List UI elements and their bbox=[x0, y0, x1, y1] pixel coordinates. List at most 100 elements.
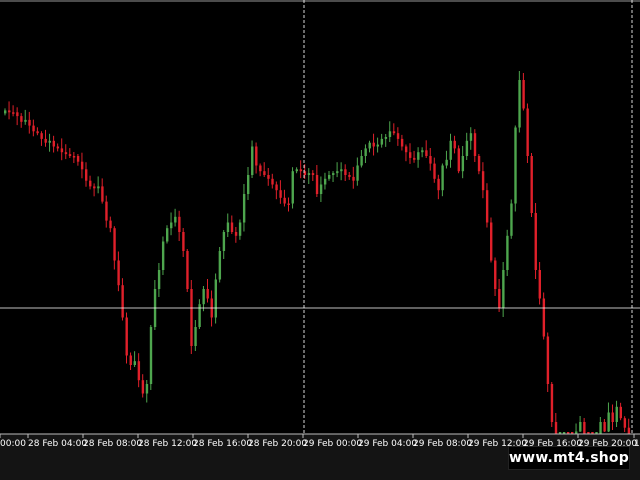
candle-body bbox=[518, 80, 521, 128]
candle-body bbox=[85, 169, 88, 181]
candle-body bbox=[425, 150, 428, 156]
time-axis-tick-label: 29 Feb 04:00 bbox=[358, 439, 417, 449]
candle-body bbox=[344, 169, 347, 175]
candle-body bbox=[490, 222, 493, 261]
candle-body bbox=[64, 152, 68, 155]
candle-body bbox=[166, 228, 169, 242]
candle-body bbox=[380, 138, 384, 145]
candle-body bbox=[222, 232, 226, 251]
candle-body bbox=[522, 80, 525, 109]
candle-body bbox=[619, 406, 622, 419]
candle-body bbox=[526, 108, 529, 156]
time-axis-tick-label: 29 Feb 00:00 bbox=[303, 439, 362, 449]
candle-body bbox=[603, 422, 606, 432]
candle-body bbox=[121, 285, 124, 318]
candle-body bbox=[445, 159, 448, 166]
candle-body bbox=[457, 148, 460, 172]
candle-body bbox=[60, 148, 64, 153]
candle-body bbox=[238, 222, 242, 236]
candle-body bbox=[498, 289, 501, 308]
candle-body bbox=[40, 133, 43, 139]
candle-body bbox=[453, 140, 456, 149]
chart-background bbox=[0, 0, 640, 480]
candle-body bbox=[461, 156, 465, 172]
candle-body bbox=[36, 131, 39, 134]
candle-body bbox=[607, 412, 610, 432]
candle-body bbox=[550, 384, 554, 422]
candle-body bbox=[32, 125, 35, 132]
candle-body bbox=[214, 279, 217, 318]
candle-body bbox=[481, 171, 485, 191]
time-axis-tick-label: 1 bbox=[634, 439, 640, 449]
candle-body bbox=[109, 220, 112, 229]
candle-body bbox=[24, 119, 27, 122]
candle-body bbox=[319, 184, 323, 194]
candle-body bbox=[506, 235, 509, 270]
candle-body bbox=[279, 190, 282, 198]
candle-body bbox=[251, 146, 254, 175]
candle-body bbox=[178, 216, 181, 232]
candle-body bbox=[332, 173, 335, 175]
candle-body bbox=[113, 228, 116, 261]
candle-body bbox=[295, 169, 298, 172]
candle-body bbox=[623, 418, 627, 428]
candle-body bbox=[105, 201, 108, 221]
candle-body bbox=[514, 127, 517, 204]
candle-body bbox=[417, 152, 420, 160]
candle-body bbox=[125, 317, 128, 356]
time-axis-tick-label: 29 Feb 08:00 bbox=[413, 439, 472, 449]
candle-body bbox=[20, 116, 23, 122]
candle-body bbox=[546, 336, 550, 384]
candle-body bbox=[372, 142, 375, 147]
candle-body bbox=[473, 133, 477, 156]
candle-body bbox=[530, 156, 533, 213]
candle-body bbox=[315, 175, 319, 194]
candle-body bbox=[356, 165, 359, 181]
candle-body bbox=[101, 186, 104, 202]
candle-body bbox=[299, 169, 303, 172]
candle-body bbox=[129, 355, 132, 365]
candle-body bbox=[579, 422, 582, 432]
candle-body bbox=[137, 361, 141, 381]
candle-body bbox=[206, 289, 209, 299]
candle-body bbox=[421, 150, 424, 153]
candle-body bbox=[12, 112, 15, 114]
candle-body bbox=[89, 180, 92, 187]
candle-body bbox=[311, 173, 315, 175]
candle-body bbox=[218, 251, 222, 280]
candle-body bbox=[433, 163, 436, 179]
candle-body bbox=[263, 171, 266, 175]
candle-body bbox=[149, 327, 153, 384]
candle-body bbox=[283, 197, 286, 204]
candle-body bbox=[307, 173, 311, 175]
candle-body bbox=[4, 110, 7, 114]
candle-body bbox=[437, 178, 440, 191]
candle-body bbox=[226, 222, 230, 232]
candle-body bbox=[340, 169, 343, 172]
candle-body bbox=[449, 140, 452, 160]
candle-body bbox=[80, 161, 84, 170]
candle-body bbox=[186, 251, 189, 289]
price-chart[interactable]: 00:00 28 Feb 04:0028 Feb 08:0028 Feb 12:0… bbox=[0, 0, 640, 480]
candle-body bbox=[16, 112, 19, 117]
time-axis-tick-label: 28 Feb 12:00 bbox=[138, 439, 197, 449]
time-axis-tick-label: 28 Feb 04:00 bbox=[28, 439, 87, 449]
candle-body bbox=[441, 165, 444, 191]
candle-body bbox=[352, 176, 355, 181]
candle-body bbox=[485, 190, 489, 223]
candle-body bbox=[510, 203, 513, 236]
candle-body bbox=[145, 384, 149, 394]
candle-body bbox=[133, 361, 136, 365]
candle-body bbox=[542, 298, 546, 337]
candle-body bbox=[396, 133, 400, 139]
candle-body bbox=[392, 131, 396, 134]
candle-body bbox=[242, 194, 246, 223]
time-axis-tick-label: 00:00 bbox=[0, 439, 26, 449]
candle-body bbox=[502, 270, 505, 308]
candle-body bbox=[76, 156, 80, 162]
candle-body bbox=[400, 138, 404, 147]
candle-body bbox=[255, 146, 258, 166]
candle-body bbox=[259, 165, 262, 172]
candle-body bbox=[376, 144, 379, 147]
candle-body bbox=[93, 186, 96, 189]
